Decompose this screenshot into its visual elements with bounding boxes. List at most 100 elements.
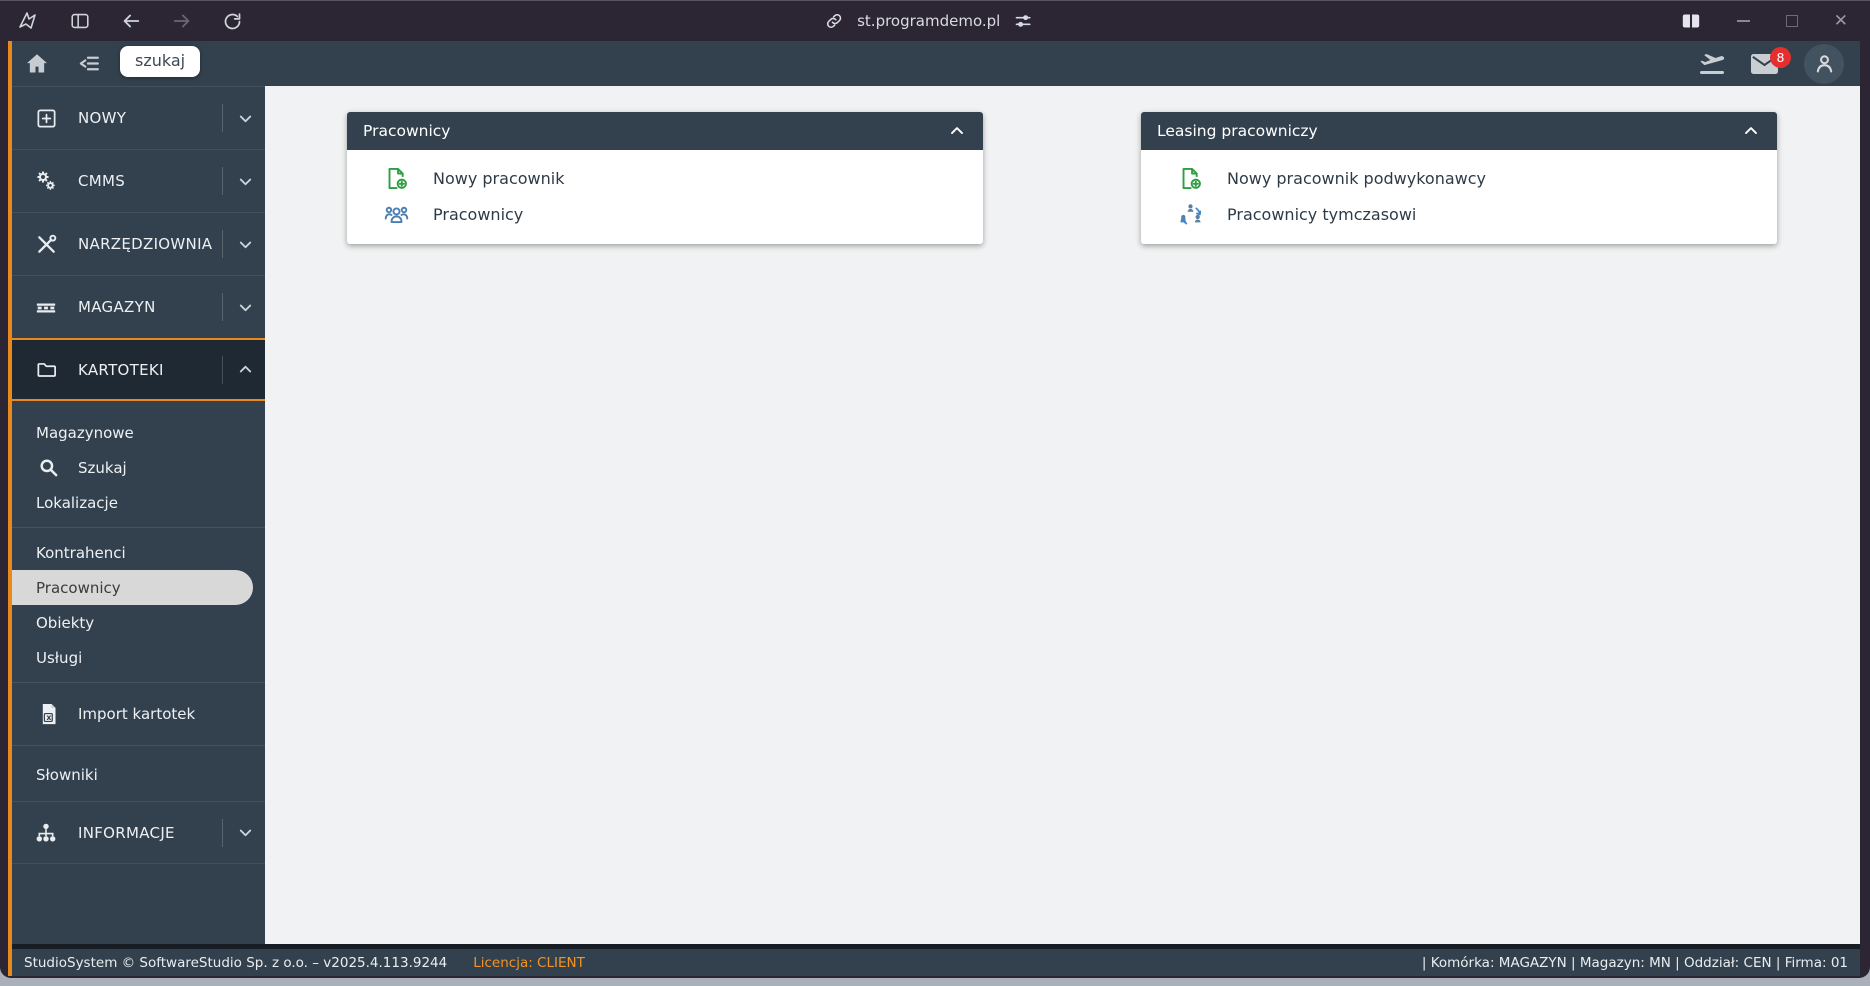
plane-departure-icon[interactable]	[1699, 53, 1725, 74]
panel-title: Pracownicy	[363, 122, 451, 140]
close-button[interactable]: ✕	[1834, 12, 1848, 30]
sidebar-item-magazynowe[interactable]: Magazynowe	[12, 415, 265, 450]
sidebar-item-label: KARTOTEKI	[78, 360, 164, 379]
sidebar-item-uslugi[interactable]: Usługi	[12, 640, 265, 675]
app-toolbar: szukaj 8	[12, 41, 1860, 86]
divider	[12, 682, 265, 683]
sidebar-item-label: NARZĘDZIOWNIA	[78, 235, 213, 253]
panel-leasing-pracowniczy: Leasing pracowniczy Nowy pracownik podwy…	[1141, 112, 1777, 244]
sidebar-item-label: INFORMACJE	[78, 823, 175, 842]
menu-item-label: Nowy pracownik podwykonawcy	[1227, 168, 1486, 188]
mail-icon[interactable]: 8	[1751, 46, 1791, 74]
sidebar-item-label: Pracownicy	[36, 578, 121, 597]
split-view-icon[interactable]	[1681, 12, 1701, 30]
tools-icon	[33, 233, 59, 256]
chevron-down-icon[interactable]	[222, 167, 255, 195]
sidebar-item-label: Lokalizacje	[36, 493, 118, 512]
sidebar-item-label: Magazynowe	[36, 423, 134, 442]
divider	[12, 745, 265, 746]
link-icon	[824, 11, 844, 31]
chevron-down-icon[interactable]	[222, 230, 255, 258]
license-text: Licencja: CLIENT	[473, 954, 585, 971]
chevron-up-icon[interactable]	[947, 121, 967, 141]
sliders-icon[interactable]	[1013, 11, 1033, 31]
file-excel-icon: x	[36, 702, 60, 726]
chevron-up-icon[interactable]	[222, 355, 255, 384]
panel-title: Leasing pracowniczy	[1157, 122, 1318, 140]
sidebar-item-magazyn[interactable]: MAGAZYN	[12, 275, 265, 338]
sidebar-item-informacje[interactable]: INFORMACJE	[12, 801, 265, 864]
menu-item-label: Pracownicy tymczasowi	[1227, 204, 1417, 224]
mail-badge: 8	[1770, 46, 1791, 68]
people-rotate-icon	[1175, 201, 1205, 228]
minimize-button[interactable]	[1736, 20, 1750, 22]
sidebar-item-nowy[interactable]: NOWY	[12, 86, 265, 149]
menu-collapse-icon[interactable]	[77, 51, 102, 76]
divider	[12, 527, 265, 528]
sidebar-item-pracownicy[interactable]: Pracownicy	[12, 570, 253, 605]
sidebar-item-narzedziownia[interactable]: NARZĘDZIOWNIA	[12, 212, 265, 275]
url-text: st.programdemo.pl	[857, 12, 1001, 30]
panel-header[interactable]: Leasing pracowniczy	[1141, 112, 1777, 150]
status-bar: StudioSystem © SoftwareStudio Sp. z o.o.…	[12, 944, 1860, 976]
menu-item-label: Nowy pracownik	[433, 168, 565, 188]
sidebar-item-slowniki[interactable]: Słowniki	[12, 753, 265, 797]
person-icon	[1816, 55, 1832, 73]
sidebar-item-kontrahenci[interactable]: Kontrahenci	[12, 535, 265, 570]
people-icon	[381, 201, 411, 228]
panel-pracownicy: Pracownicy Nowy pracownik Pracownicy	[347, 112, 983, 244]
content-area: Pracownicy Nowy pracownik Pracownicy Lea…	[265, 86, 1860, 944]
sidebar-item-lokalizacje[interactable]: Lokalizacje	[12, 485, 265, 520]
home-icon[interactable]	[24, 51, 50, 77]
search-icon	[36, 456, 60, 479]
sidebar-item-label: Obiekty	[36, 613, 95, 632]
svg-text:x: x	[46, 713, 51, 722]
browser-titlebar: st.programdemo.pl ✕	[0, 1, 1870, 41]
sidebar-item-label: CMMS	[78, 172, 126, 190]
document-add-icon	[1175, 165, 1205, 192]
sitemap-icon	[33, 821, 59, 845]
sidebar-item-szukaj[interactable]: Szukaj	[12, 450, 265, 485]
document-add-icon	[381, 165, 411, 192]
back-icon[interactable]	[120, 10, 142, 32]
sidebar-item-import-kartotek[interactable]: x Import kartotek	[12, 690, 265, 738]
sidebar-item-label: Słowniki	[36, 766, 98, 784]
menu-item-nowy-pracownik[interactable]: Nowy pracownik	[347, 160, 983, 196]
menu-item-label: Pracownicy	[433, 204, 524, 224]
gears-icon	[33, 169, 59, 193]
sidebar-item-label: MAGAZYN	[78, 298, 156, 316]
menu-item-nowy-pracownik-podwykonawcy[interactable]: Nowy pracownik podwykonawcy	[1141, 160, 1777, 196]
panel-header[interactable]: Pracownicy	[347, 112, 983, 150]
sidebar-item-obiekty[interactable]: Obiekty	[12, 605, 265, 640]
browser-window: st.programdemo.pl ✕ szukaj 8 NOWY CMMS N…	[0, 0, 1870, 978]
sidebar-item-cmms[interactable]: CMMS	[12, 149, 265, 212]
plus-square-icon	[33, 107, 59, 130]
menu-item-pracownicy-tymczasowi[interactable]: Pracownicy tymczasowi	[1141, 196, 1777, 232]
kartoteki-submenu: Magazynowe Szukaj Lokalizacje Kontrahenc…	[12, 401, 265, 801]
pallet-icon	[33, 296, 59, 318]
app-version-text: StudioSystem © SoftwareStudio Sp. z o.o.…	[24, 954, 448, 971]
sidebar-item-label: Kontrahenci	[36, 543, 126, 562]
reload-icon[interactable]	[222, 11, 243, 32]
forward-icon[interactable]	[171, 10, 193, 32]
context-info-text: | Komórka: MAGAZYN | Magazyn: MN | Oddzi…	[1421, 954, 1848, 971]
folder-icon	[33, 358, 59, 381]
address-bar[interactable]: st.programdemo.pl	[824, 1, 1033, 41]
search-tooltip[interactable]: szukaj	[120, 46, 201, 77]
app-root: szukaj 8 NOWY CMMS NARZĘDZIOWNIA MAGAZYN…	[8, 41, 1860, 976]
menu-item-pracownicy[interactable]: Pracownicy	[347, 196, 983, 232]
sidebar-item-label: Usługi	[36, 648, 83, 667]
sidebar-toggle-icon[interactable]	[69, 10, 91, 32]
chevron-down-icon[interactable]	[222, 818, 255, 847]
sidebar-item-label: Szukaj	[78, 458, 127, 477]
sidebar-item-label: NOWY	[78, 109, 127, 127]
sidebar-item-label: Import kartotek	[78, 705, 196, 723]
chevron-up-icon[interactable]	[1741, 121, 1761, 141]
browser-logo-icon[interactable]	[16, 9, 40, 33]
chevron-down-icon[interactable]	[222, 293, 255, 321]
sidebar: NOWY CMMS NARZĘDZIOWNIA MAGAZYN KARTOTEK…	[12, 86, 265, 944]
sidebar-item-kartoteki[interactable]: KARTOTEKI	[12, 338, 265, 401]
chevron-down-icon[interactable]	[222, 104, 255, 132]
maximize-button[interactable]	[1785, 15, 1798, 27]
user-menu-button[interactable]	[1804, 43, 1844, 84]
